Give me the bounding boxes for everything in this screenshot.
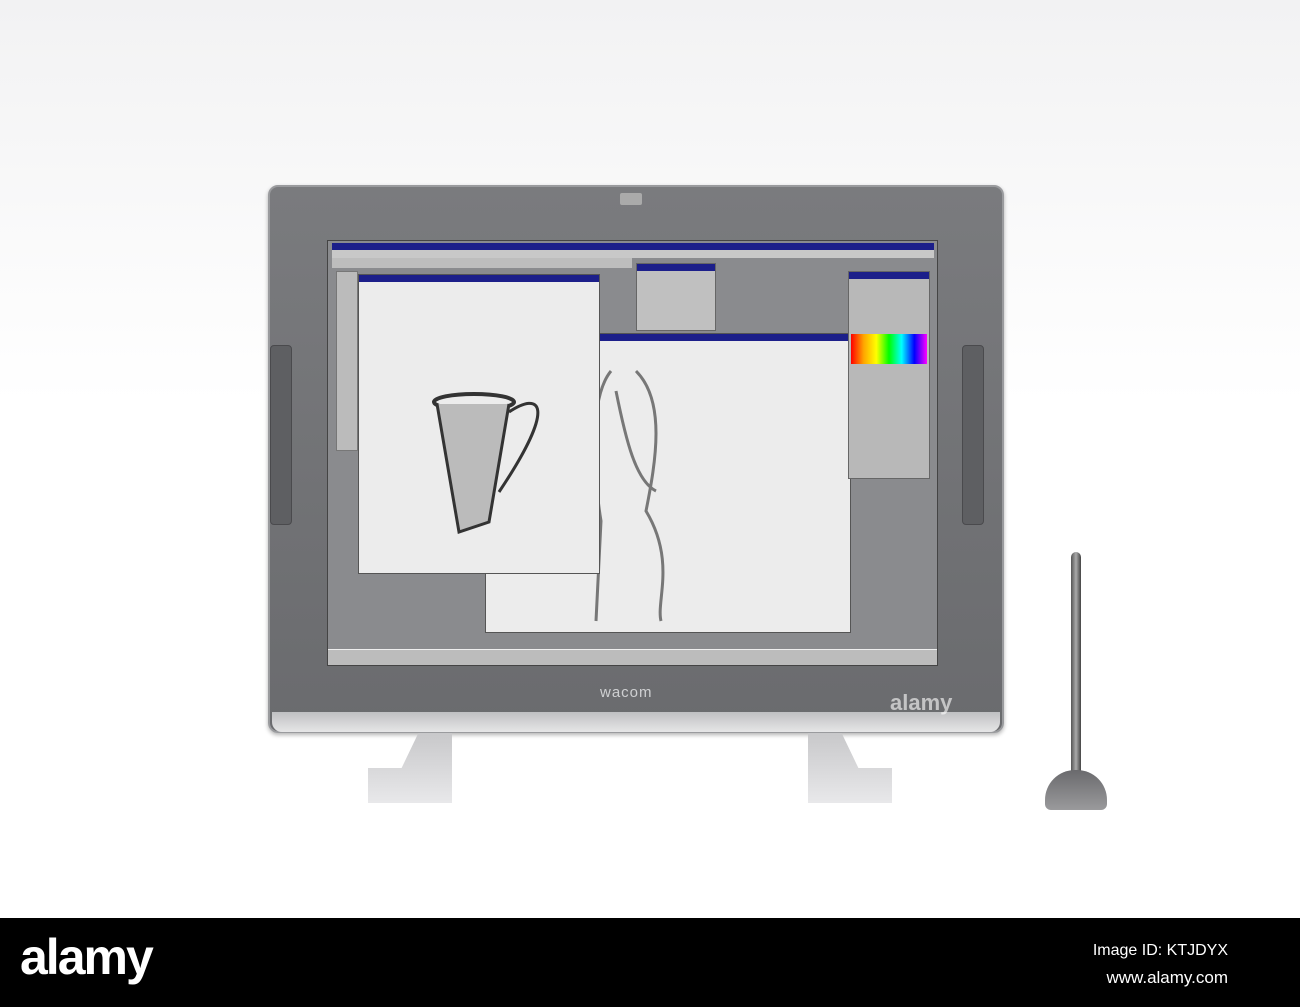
watermark: alamy [0,690,63,715]
info-palette [636,263,716,331]
top-button [620,193,642,205]
brand-logo: wacom [600,684,653,701]
image-id: Image ID: KTJDYX [1092,942,1228,959]
toolbox [336,271,358,451]
site-url: www.alamy.com [1106,968,1228,987]
left-express-keys [270,345,292,525]
pen [1071,552,1081,782]
left-stand [368,733,452,803]
taskbar [328,649,937,665]
watermark: alamy [890,690,953,715]
menu-bar [332,250,934,258]
app-title-bar [332,243,934,250]
document-window-left [358,274,600,574]
color-swatches [851,334,927,364]
pen-holder [1045,770,1107,810]
cup-sketch [432,392,540,534]
footer-bar: alamy Image ID: KTJDYX www.alamy.com [0,918,1300,1007]
palettes-panel [848,271,930,479]
options-bar [332,258,632,268]
right-stand [808,733,892,803]
right-express-keys [962,345,984,525]
alamy-logo: alamy [20,929,154,985]
display-screen [327,240,938,666]
